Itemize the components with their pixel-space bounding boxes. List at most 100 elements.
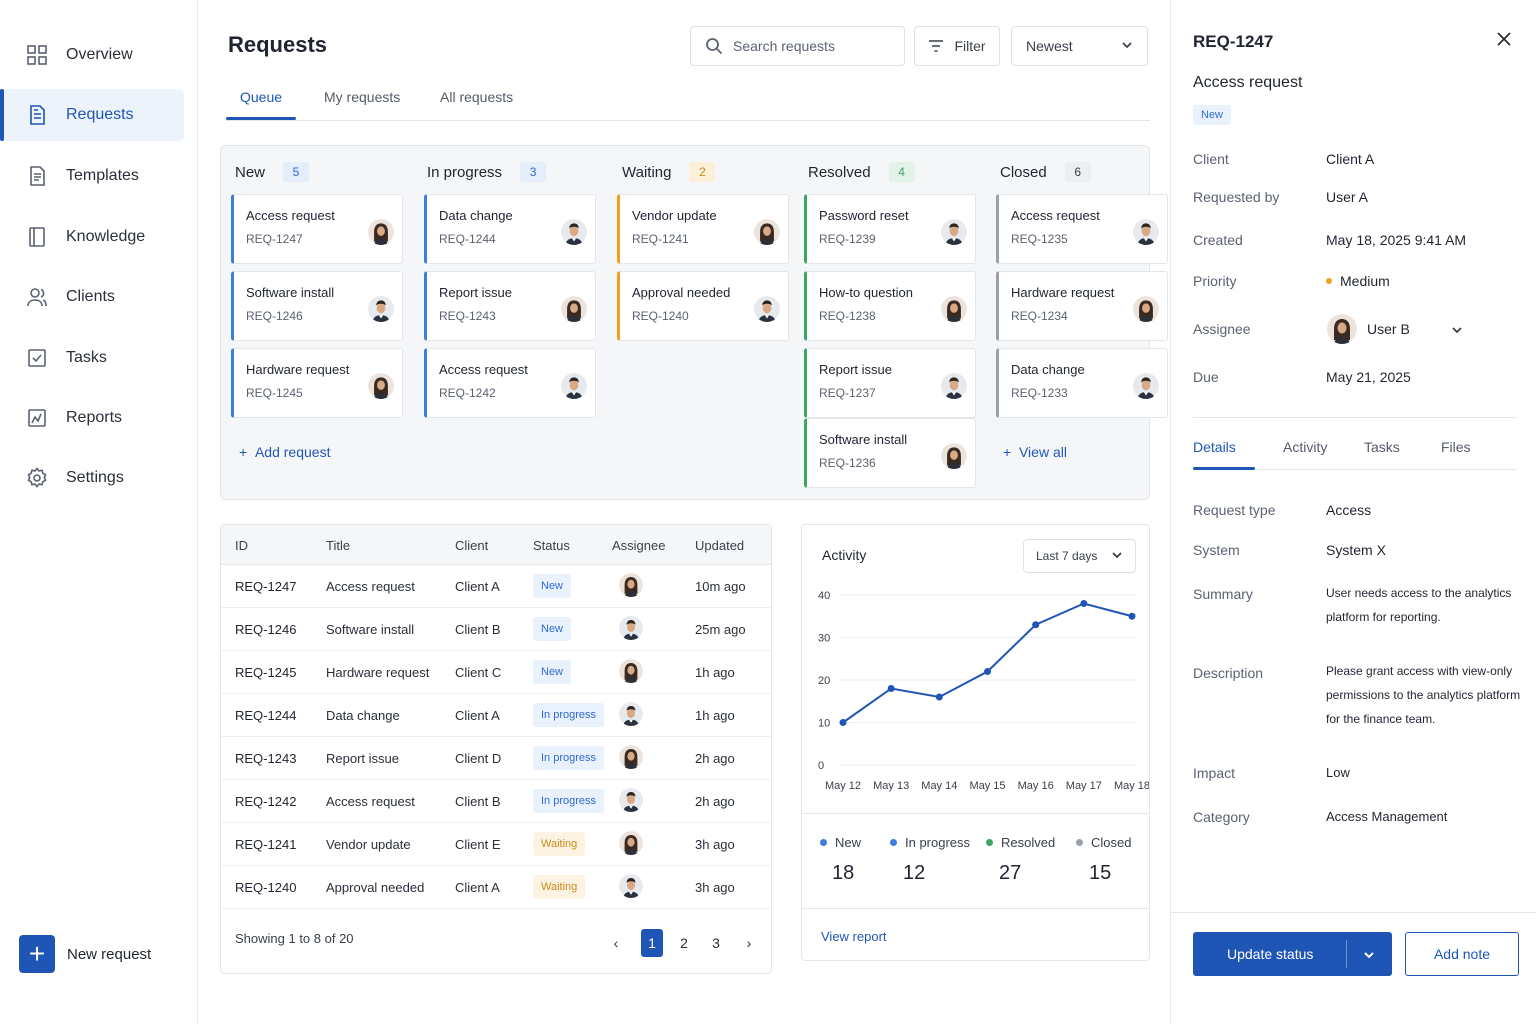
tab-all-requests[interactable]: All requests (440, 89, 513, 105)
legend-value: 15 (1089, 862, 1112, 884)
avatar (619, 702, 643, 726)
table-row[interactable]: REQ-1242 Access request Client B 2h ago In p… (221, 780, 771, 823)
divider (802, 813, 1149, 814)
y-tick-label: 10 (818, 718, 830, 730)
add-request-link[interactable]: + Add request (239, 444, 330, 460)
sidebar-item-reports[interactable]: Reports (4, 392, 184, 444)
request-card[interactable]: Vendor update REQ-1241 (617, 194, 789, 264)
cell-updated: 10m ago (695, 579, 746, 594)
cell-updated: 3h ago (695, 837, 735, 852)
assignee-select[interactable]: User B (1327, 313, 1467, 345)
table-row[interactable]: REQ-1244 Data change Client A 1h ago In prog… (221, 694, 771, 737)
tab-files[interactable]: Files (1441, 439, 1471, 455)
sort-select[interactable]: Newest (1011, 26, 1148, 66)
column-header[interactable]: Assignee (612, 538, 665, 553)
avatar (941, 373, 967, 399)
status-badge: New (533, 617, 572, 641)
new-request-button[interactable]: + New request (19, 935, 151, 973)
request-type-value: Access (1326, 502, 1372, 518)
cell-title: Access request (326, 794, 415, 809)
column-header[interactable]: ID (235, 538, 248, 553)
request-card[interactable]: How-to question REQ-1238 (804, 271, 976, 341)
cell-id: REQ-1244 (235, 708, 297, 723)
cell-id: REQ-1245 (235, 665, 297, 680)
filter-button[interactable]: Filter (914, 26, 1000, 66)
sidebar-item-clients[interactable]: Clients (4, 271, 184, 323)
column-header[interactable]: Status (533, 538, 570, 553)
request-card[interactable]: Hardware request REQ-1245 (231, 348, 403, 418)
view-all-link[interactable]: + View all (1003, 444, 1067, 460)
cell-title: Data change (326, 708, 400, 723)
table-row[interactable]: REQ-1241 Vendor update Client E 3h ago Waiti… (221, 823, 771, 866)
button-divider (1346, 940, 1347, 968)
next-page-button[interactable]: › (738, 929, 760, 957)
sidebar-item-templates[interactable]: Templates (4, 150, 184, 202)
cell-id: REQ-1247 (235, 579, 297, 594)
tab-my-requests[interactable]: My requests (324, 89, 400, 105)
request-card[interactable]: Approval needed REQ-1240 (617, 271, 789, 341)
request-card[interactable]: Data change REQ-1233 (996, 348, 1168, 418)
view-report-link[interactable]: View report (821, 929, 887, 944)
request-card[interactable]: Report issue REQ-1237 (804, 348, 976, 418)
column-count: 6 (1064, 162, 1091, 182)
sidebar-item-tasks[interactable]: Tasks (4, 332, 184, 384)
request-card[interactable]: Data change REQ-1244 (424, 194, 596, 264)
table-row[interactable]: REQ-1243 Report issue Client D 2h ago In pro… (221, 737, 771, 780)
request-card[interactable]: Software install REQ-1246 (231, 271, 403, 341)
update-status-button[interactable]: Update status (1193, 932, 1392, 976)
prev-page-button[interactable]: ‹ (605, 929, 627, 957)
request-card[interactable]: Password reset REQ-1239 (804, 194, 976, 264)
tab-activity[interactable]: Activity (1283, 439, 1327, 455)
legend-dot (890, 839, 897, 846)
client-value: Client A (1326, 151, 1375, 167)
cell-title: Report issue (326, 751, 399, 766)
data-point (1080, 600, 1088, 607)
table-row[interactable]: REQ-1245 Hardware request Client C 1h ago Ne… (221, 651, 771, 694)
cell-title: Approval needed (326, 880, 425, 895)
add-note-button[interactable]: Add note (1405, 932, 1519, 976)
tab-tasks[interactable]: Tasks (1364, 439, 1400, 455)
column-header[interactable]: Updated (695, 538, 744, 553)
column-title: New (235, 163, 266, 181)
document-icon (26, 104, 48, 126)
request-card[interactable]: Hardware request REQ-1234 (996, 271, 1168, 341)
active-tab-indicator (226, 117, 296, 120)
close-icon[interactable] (1495, 30, 1513, 48)
tab-queue[interactable]: Queue (240, 89, 282, 105)
divider (802, 908, 1149, 909)
field-label: Description (1193, 665, 1264, 681)
status-badge: Waiting (533, 875, 586, 899)
sidebar-item-requests[interactable]: Requests (0, 89, 184, 141)
column-header[interactable]: Title (326, 538, 350, 553)
cell-client: Client D (455, 751, 502, 766)
page-1-button[interactable]: 1 (641, 929, 663, 957)
avatar (619, 745, 643, 769)
field-label: Impact (1193, 765, 1236, 781)
avatar (754, 219, 780, 245)
table-row[interactable]: REQ-1246 Software install Client B 25m ago N… (221, 608, 771, 651)
sidebar-item-settings[interactable]: Settings (4, 452, 184, 504)
table-row[interactable]: REQ-1240 Approval needed Client A 3h ago Wai… (221, 866, 771, 909)
request-card[interactable]: Software install REQ-1236 (804, 418, 976, 488)
chevron-down-icon[interactable] (1363, 948, 1375, 964)
request-card[interactable]: Access request REQ-1235 (996, 194, 1168, 264)
request-card[interactable]: Access request REQ-1247 (231, 194, 403, 264)
request-card[interactable]: Access request REQ-1242 (424, 348, 596, 418)
range-select[interactable]: Last 7 days (1023, 539, 1136, 573)
sidebar-item-knowledge[interactable]: Knowledge (4, 211, 184, 263)
search-placeholder: Search requests (733, 38, 835, 54)
request-card[interactable]: Report issue REQ-1243 (424, 271, 596, 341)
page-3-button[interactable]: 3 (705, 929, 727, 957)
assignee-value: User B (1367, 321, 1410, 337)
column-header[interactable]: Client (455, 538, 488, 553)
table-row[interactable]: REQ-1247 Access request Client A 10m ago New (221, 565, 771, 608)
field-label: Category (1193, 809, 1250, 825)
view-all-label: View all (1018, 444, 1067, 460)
sidebar-item-overview[interactable]: Overview (4, 29, 184, 81)
page-2-button[interactable]: 2 (673, 929, 695, 957)
summary-value: User needs access to the analytics platf… (1326, 586, 1512, 624)
search-input[interactable]: Search requests (690, 26, 905, 66)
tab-details[interactable]: Details (1193, 439, 1236, 455)
activity-title: Activity (822, 547, 867, 563)
legend-label: In progress (905, 835, 971, 850)
